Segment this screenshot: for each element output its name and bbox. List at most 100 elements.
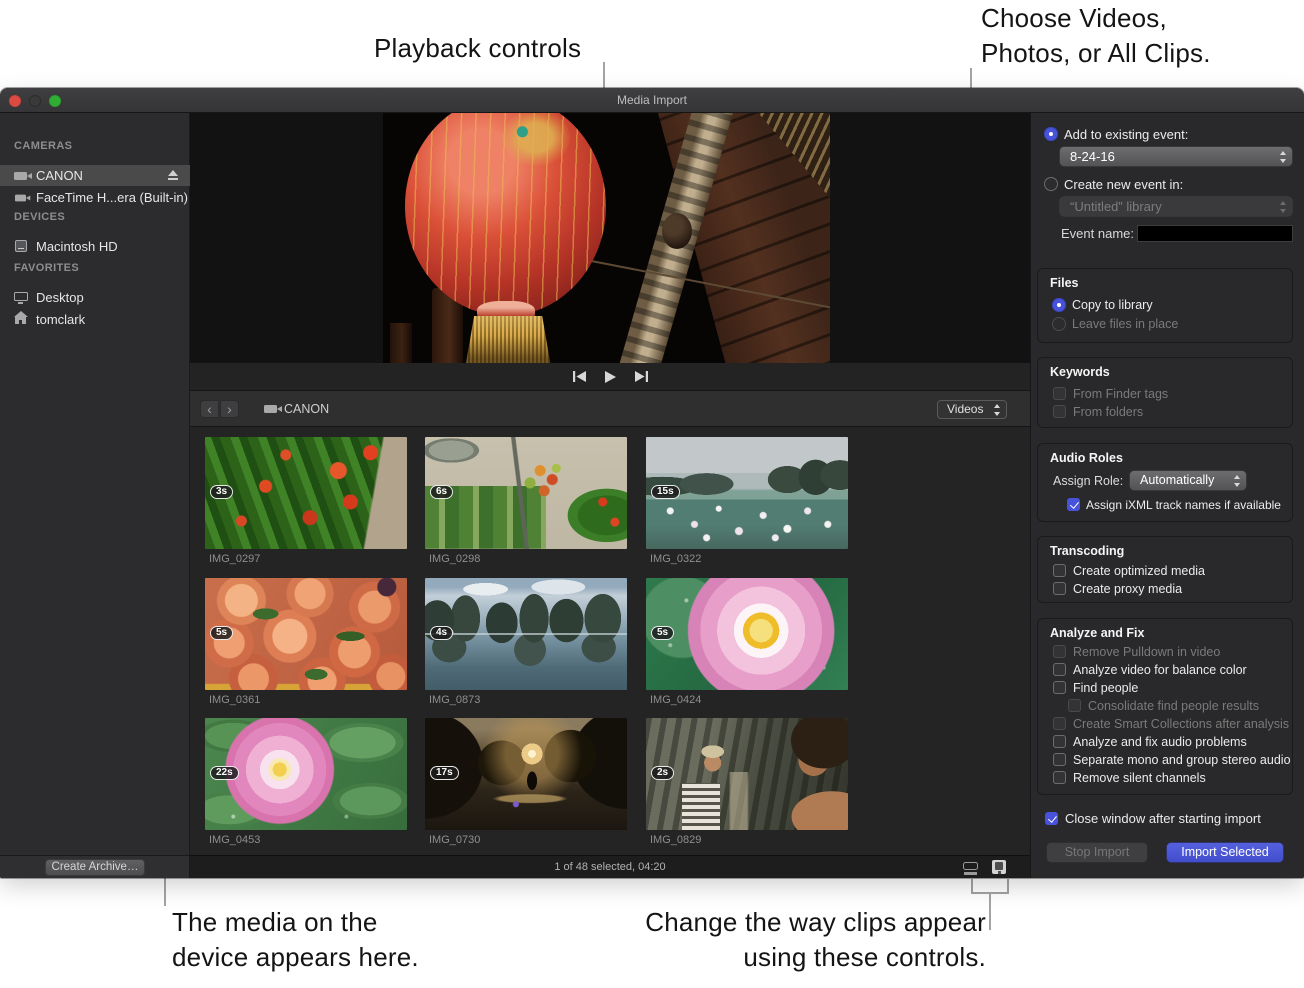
clip-thumbnail[interactable]: 3s xyxy=(205,437,407,549)
forward-button[interactable]: › xyxy=(220,400,239,418)
clip-item[interactable]: 17s IMG_0730 xyxy=(425,718,627,851)
assign-role-dropdown[interactable]: Automatically xyxy=(1130,471,1246,490)
hard-drive-icon xyxy=(15,240,27,252)
leave-files-label: Leave files in place xyxy=(1072,317,1178,331)
separate-mono-checkbox[interactable] xyxy=(1053,753,1066,766)
library-dropdown: “Untitled” library xyxy=(1060,197,1292,216)
library-value: “Untitled” library xyxy=(1070,197,1162,216)
annotation-media-line2: device appears here. xyxy=(172,940,419,975)
clip-name: IMG_0730 xyxy=(429,834,480,846)
annotation-choose-line1: Choose Videos, xyxy=(981,1,1167,36)
audio-roles-section: Audio Roles Assign Role: Automatically A… xyxy=(1037,443,1293,522)
sidebar-section-cameras: CAMERAS xyxy=(14,140,72,152)
ixml-checkbox[interactable] xyxy=(1067,498,1080,511)
home-icon xyxy=(15,317,26,324)
chevron-up-down-icon xyxy=(1233,475,1242,487)
close-after-import-checkbox[interactable] xyxy=(1045,812,1058,825)
play-button[interactable] xyxy=(605,371,616,383)
clip-thumbnail[interactable]: 6s xyxy=(425,437,627,549)
screenshot-stage: Playback controls Choose Videos, Photos,… xyxy=(0,0,1304,988)
copy-to-library-radio[interactable] xyxy=(1052,298,1066,312)
sidebar-item-facetime[interactable]: FaceTime H...era (Built-in) xyxy=(0,187,190,208)
remove-silent-checkbox[interactable] xyxy=(1053,771,1066,784)
clip-name: IMG_0322 xyxy=(650,553,701,565)
selection-status: 1 of 48 selected, 04:20 xyxy=(190,856,1030,878)
device-name: CANON xyxy=(284,391,329,427)
optimized-media-checkbox[interactable] xyxy=(1053,564,1066,577)
annotation-playback-controls: Playback controls xyxy=(374,31,581,66)
skip-forward-button[interactable] xyxy=(635,371,648,382)
fix-audio-checkbox[interactable] xyxy=(1053,735,1066,748)
audio-roles-title: Audio Roles xyxy=(1050,451,1123,465)
sidebar-item-macintosh-hd[interactable]: Macintosh HD xyxy=(0,236,190,257)
sidebar-section-favorites: FAVORITES xyxy=(14,262,79,274)
import-selected-button[interactable]: Import Selected xyxy=(1167,843,1283,862)
clip-item[interactable]: 5s IMG_0361 xyxy=(205,578,407,711)
find-people-label: Find people xyxy=(1073,681,1138,695)
clip-item[interactable]: 6s IMG_0298 xyxy=(425,437,627,570)
event-name-input[interactable] xyxy=(1137,225,1293,242)
filmstrip-view-button[interactable] xyxy=(992,860,1006,874)
fix-audio-label: Analyze and fix audio problems xyxy=(1073,735,1247,749)
preview-area xyxy=(190,113,1030,363)
duration-badge: 5s xyxy=(651,626,674,640)
sidebar-item-desktop[interactable]: Desktop xyxy=(0,287,190,308)
balance-color-checkbox[interactable] xyxy=(1053,663,1066,676)
clip-grid: 3s IMG_0297 6s IMG_0298 15s IMG_0322 xyxy=(190,428,1030,855)
clip-thumbnail[interactable]: 15s xyxy=(646,437,848,549)
keywords-section: Keywords From Finder tags From folders xyxy=(1037,357,1293,428)
browser-pane: ‹ › CANON Videos 3s IMG_0297 xyxy=(190,113,1030,855)
proxy-media-checkbox[interactable] xyxy=(1053,582,1066,595)
duration-badge: 4s xyxy=(430,626,453,640)
skip-back-button[interactable] xyxy=(573,371,586,382)
clip-item[interactable]: 15s IMG_0322 xyxy=(646,437,848,570)
clip-name: IMG_0873 xyxy=(429,694,480,706)
red-lantern-art xyxy=(405,113,606,316)
status-bar: 1 of 48 selected, 04:20 xyxy=(190,855,1030,878)
clip-item[interactable]: 3s IMG_0297 xyxy=(205,437,407,570)
close-after-import-label: Close window after starting import xyxy=(1065,811,1261,826)
clip-thumbnail[interactable]: 5s xyxy=(205,578,407,690)
remove-pulldown-checkbox xyxy=(1053,645,1066,658)
back-button[interactable]: ‹ xyxy=(200,400,219,418)
clip-thumbnail[interactable]: 5s xyxy=(646,578,848,690)
annotation-media-line1: The media on the xyxy=(172,905,378,940)
clip-item[interactable]: 2s IMG_0829 xyxy=(646,718,848,851)
add-existing-event-radio[interactable] xyxy=(1044,127,1058,141)
clip-filter-dropdown[interactable]: Videos xyxy=(937,400,1007,419)
sidebar-item-label: Desktop xyxy=(36,287,84,308)
camcorder-icon xyxy=(264,405,277,413)
balance-color-label: Analyze video for balance color xyxy=(1073,663,1247,677)
clip-item[interactable]: 22s IMG_0453 xyxy=(205,718,407,851)
browser-header: ‹ › CANON Videos xyxy=(190,391,1030,427)
create-archive-button[interactable]: Create Archive… xyxy=(45,859,145,876)
clip-appearance-button[interactable] xyxy=(963,862,978,870)
preview-image-lantern[interactable] xyxy=(383,113,830,363)
sidebar-footer: Create Archive… xyxy=(0,855,190,878)
clip-thumbnail[interactable]: 4s xyxy=(425,578,627,690)
clip-name: IMG_0829 xyxy=(650,834,701,846)
annotation-clip-controls-line2: using these controls. xyxy=(600,940,986,975)
keywords-title: Keywords xyxy=(1050,365,1110,379)
from-folders-label: From folders xyxy=(1073,405,1143,419)
title-bar[interactable]: Media Import xyxy=(0,88,1304,113)
lantern-tassel-art xyxy=(466,316,551,364)
clip-item[interactable]: 5s IMG_0424 xyxy=(646,578,848,711)
existing-event-dropdown[interactable]: 8-24-16 xyxy=(1060,147,1292,166)
sidebar-item-tomclark[interactable]: tomclark xyxy=(0,309,190,330)
clip-thumbnail[interactable]: 22s xyxy=(205,718,407,830)
eject-icon[interactable] xyxy=(167,170,178,181)
clip-thumbnail[interactable]: 2s xyxy=(646,718,848,830)
clip-thumbnail[interactable]: 17s xyxy=(425,718,627,830)
create-new-event-radio[interactable] xyxy=(1044,177,1058,191)
clip-item[interactable]: 4s IMG_0873 xyxy=(425,578,627,711)
finder-tags-checkbox xyxy=(1053,387,1066,400)
duration-badge: 3s xyxy=(210,485,233,499)
duration-badge: 5s xyxy=(210,626,233,640)
find-people-checkbox[interactable] xyxy=(1053,681,1066,694)
transcoding-title: Transcoding xyxy=(1050,544,1124,558)
window-title: Media Import xyxy=(0,88,1304,113)
files-title: Files xyxy=(1050,276,1079,290)
sidebar-item-label: FaceTime H...era (Built-in) xyxy=(36,187,188,208)
sidebar-item-canon[interactable]: CANON xyxy=(0,165,190,186)
